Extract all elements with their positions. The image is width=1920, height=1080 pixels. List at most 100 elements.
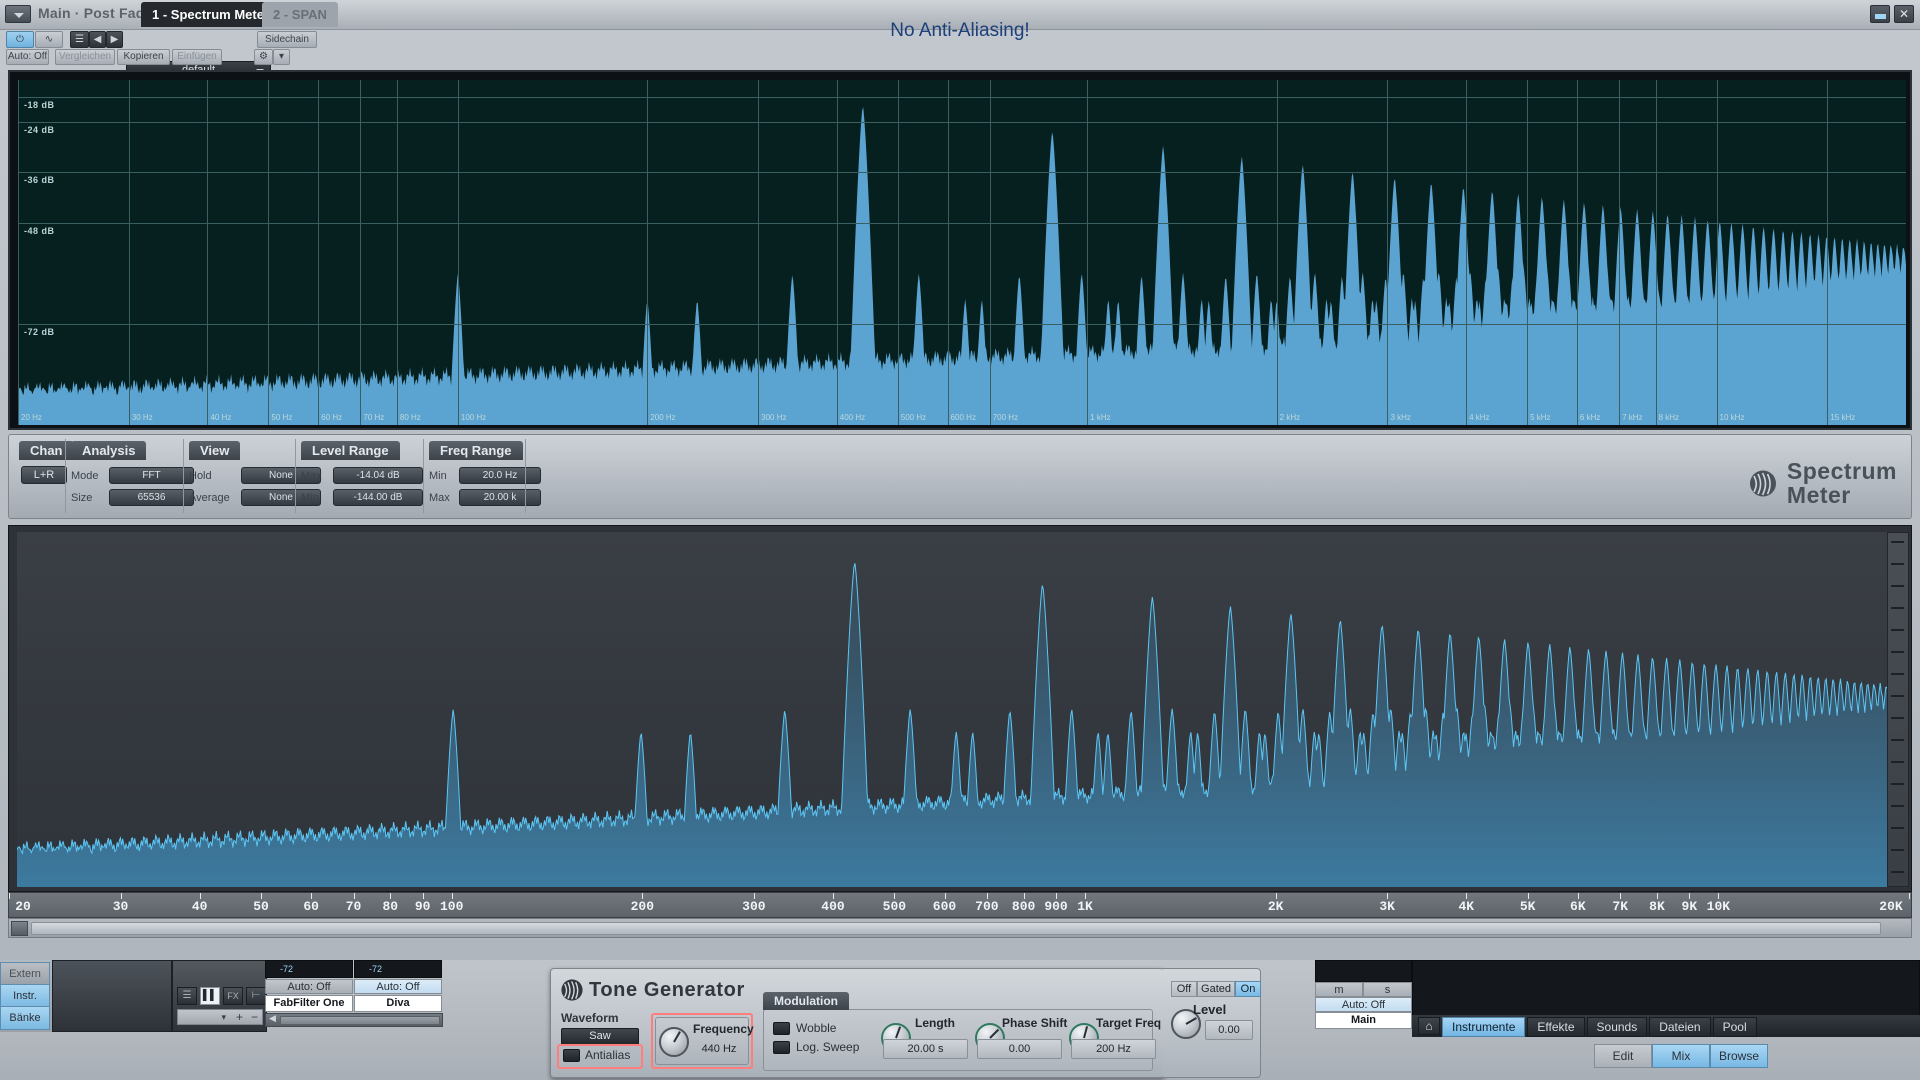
length-value[interactable]: 20.00 s [883, 1039, 968, 1059]
automation-mode-button[interactable]: Auto: Off [6, 49, 49, 65]
level-scale-tick [1891, 585, 1904, 587]
plugin-window: Main · Post Fader 1 - Spectrum Meter 2 -… [0, 0, 1920, 1060]
compare-button[interactable]: Vergleichen [55, 49, 115, 65]
gear-icon[interactable]: ⚙ [254, 49, 273, 65]
scroll-left-arrow-icon[interactable]: ◀ [269, 1013, 276, 1024]
fx-icon[interactable]: FX [223, 987, 243, 1005]
mixer-tab-extern[interactable]: Extern [0, 962, 50, 986]
spectrum-meter-control-panel: Chan L+R Analysis Mode FFT Size 65536 View Hold N… [8, 434, 1912, 519]
output-mode-gated[interactable]: Gated [1197, 981, 1235, 997]
keyboard-icon[interactable]: ▌▌ [200, 987, 220, 1005]
tone-generator-panel[interactable]: Tone Generator Waveform Saw Antialias Fr… [550, 968, 1165, 1078]
axis-tick [9, 893, 10, 899]
browser-tab-effekte[interactable]: Effekte [1527, 1017, 1585, 1037]
phase-shift-value[interactable]: 0.00 [977, 1039, 1062, 1059]
parameter-label: Mode [71, 470, 99, 482]
routing-icon[interactable]: ⊢ [246, 987, 266, 1005]
power-icon[interactable]: ⏻ [6, 31, 34, 48]
x-axis-tick-label: 50 Hz [271, 413, 293, 422]
browser-tab-sounds[interactable]: Sounds [1586, 1017, 1648, 1037]
spectrum-meter-plot-area[interactable]: -18 dB-24 dB-36 dB-48 dB-72 dB-96 dB 20 … [18, 80, 1906, 425]
frequency-knob[interactable] [659, 1027, 689, 1057]
level-value[interactable]: 0.00 [1205, 1020, 1253, 1040]
span-plot-area[interactable] [17, 532, 1889, 887]
view-button-mix[interactable]: Mix [1652, 1044, 1710, 1068]
next-arrow-icon[interactable]: ▶ [106, 31, 123, 48]
y-axis-tick-label: -48 dB [24, 225, 55, 236]
frequency-value[interactable]: 440 Hz [693, 1040, 745, 1060]
bank-selector[interactable]: ▾ + − [177, 1009, 263, 1025]
channel-name[interactable]: Diva [354, 995, 442, 1012]
group-title: Analysis [71, 441, 147, 460]
gridline-vertical [128, 80, 130, 425]
gridline-vertical [897, 80, 899, 425]
master-channel-strip[interactable]: m s Auto: Off Main [1315, 960, 1412, 1030]
parameter-value[interactable]: FFT [109, 467, 194, 484]
scrollbar-thumb[interactable] [280, 1016, 440, 1025]
parameter-value[interactable]: -14.04 dB [333, 467, 423, 484]
browser-tab-pool[interactable]: Pool [1712, 1017, 1757, 1037]
wobble-checkbox[interactable] [773, 1022, 790, 1035]
parameter-value[interactable]: 20.00 k [459, 489, 541, 506]
channel-automation[interactable]: Auto: Off [354, 979, 442, 994]
target-freq-value[interactable]: 200 Hz [1071, 1039, 1156, 1059]
x-axis-tick-label: 40 Hz [210, 413, 232, 422]
bank-remove-button[interactable]: − [251, 1010, 258, 1024]
modulation-label: Modulation [763, 992, 849, 1010]
frequency-label: Frequency [693, 1022, 754, 1036]
master-meter [1315, 960, 1412, 982]
mixer-tab-banks[interactable]: Bänke [0, 1006, 50, 1030]
prev-arrow-icon[interactable]: ◀ [89, 31, 106, 48]
copy-button[interactable]: Kopieren [117, 49, 170, 65]
span-horizontal-scrollbar[interactable] [8, 918, 1912, 938]
master-mute-button[interactable]: m [1315, 982, 1363, 997]
span-level-scale[interactable] [1887, 532, 1909, 887]
master-automation[interactable]: Auto: Off [1315, 997, 1412, 1012]
waveform-selector[interactable]: Saw [561, 1028, 639, 1045]
y-axis-tick-label: -36 dB [24, 175, 55, 186]
parameter-value[interactable]: -144.00 dB [333, 489, 423, 506]
view-button-browse[interactable]: Browse [1710, 1044, 1768, 1068]
mixer-tab-instruments[interactable]: Instr. [0, 984, 50, 1008]
sidechain-button[interactable]: Sidechain [257, 31, 317, 48]
panel-divider [295, 439, 296, 513]
mixer-icon[interactable]: ☰ [177, 987, 197, 1005]
gridline-vertical [18, 80, 19, 425]
mixer-left-panel[interactable] [52, 960, 172, 1032]
midi-dropdown-icon[interactable]: ▾ [273, 49, 290, 65]
browser-tab-dateien[interactable]: Dateien [1649, 1017, 1711, 1037]
channel-automation[interactable]: Auto: Off [265, 979, 353, 994]
output-mode-on[interactable]: On [1235, 981, 1261, 997]
channel-mode-button[interactable]: L+R [21, 466, 67, 484]
log-sweep-checkbox[interactable] [773, 1041, 790, 1054]
bypass-curve-icon[interactable]: ∿ [35, 31, 63, 48]
channel-name[interactable]: FabFilter One [265, 995, 353, 1012]
x-axis-tick-label: 10 kHz [1719, 413, 1745, 422]
bank-add-button[interactable]: + [236, 1010, 243, 1024]
output-mode-off[interactable]: Off [1171, 981, 1197, 997]
channel-scrollbar[interactable]: ◀ [265, 1013, 443, 1027]
gridline-vertical [360, 80, 362, 425]
parameter-value[interactable]: 65536 [109, 489, 194, 506]
scrollbar-thumb[interactable] [31, 922, 1881, 935]
browser-tab-instrumente[interactable]: Instrumente [1442, 1017, 1526, 1037]
target-freq-label: Target Freq [1096, 1016, 1162, 1030]
y-axis-tick-label: -18 dB [24, 99, 55, 110]
gridline-vertical [1087, 80, 1089, 425]
antialias-checkbox[interactable] [563, 1049, 580, 1062]
browser-panel[interactable] [1412, 960, 1920, 1018]
home-icon[interactable]: ⌂ [1418, 1017, 1440, 1035]
paste-button[interactable]: Einfügen [172, 49, 222, 65]
list-icon[interactable]: ☰ [70, 31, 89, 48]
level-label: Level [1193, 1002, 1227, 1017]
view-button-edit[interactable]: Edit [1594, 1044, 1652, 1068]
axis-tick-label: 800 [1011, 899, 1036, 914]
gridline-vertical [836, 80, 838, 425]
master-name[interactable]: Main [1315, 1012, 1412, 1029]
master-solo-button[interactable]: s [1363, 982, 1412, 997]
spectrum-meter-display[interactable]: -18 dB-24 dB-36 dB-48 dB-72 dB-96 dB 20 … [8, 70, 1912, 430]
scroll-left-arrow-icon[interactable] [11, 921, 28, 936]
parameter-value[interactable]: 20.0 Hz [459, 467, 541, 484]
gridline-vertical [1619, 80, 1621, 425]
span-display[interactable] [8, 525, 1912, 892]
